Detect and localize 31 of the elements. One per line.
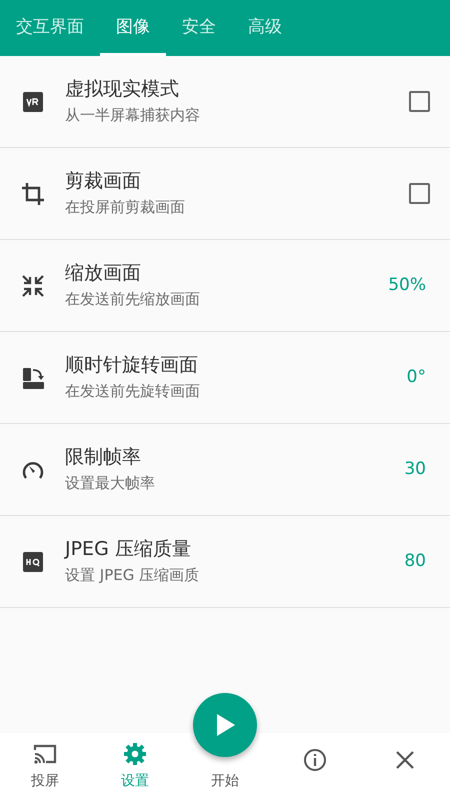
- shrink-icon: [20, 272, 46, 298]
- setting-value: 30: [404, 458, 426, 481]
- crop-icon: [20, 180, 46, 206]
- setting-title: 虚拟现实模式: [65, 76, 180, 102]
- play-button[interactable]: [193, 693, 257, 757]
- setting-subtitle: 设置最大帧率: [65, 473, 156, 494]
- setting-value: 50%: [388, 274, 426, 297]
- setting-title: 剪裁画面: [65, 168, 142, 194]
- settings-icon: [122, 741, 148, 767]
- checkbox[interactable]: [409, 91, 430, 112]
- nav-item[interactable]: 开始: [205, 764, 245, 792]
- checkbox[interactable]: [409, 183, 430, 204]
- setting-subtitle: 从一半屏幕捕获内容: [65, 105, 201, 126]
- setting-subtitle: 在发送前先旋转画面: [65, 381, 201, 402]
- setting-subtitle: 在发送前先缩放画面: [65, 289, 201, 310]
- setting-title: JPEG 压缩质量: [65, 536, 192, 562]
- play-icon: [214, 713, 236, 737]
- tab[interactable]: 高级: [232, 0, 298, 56]
- info-icon: [302, 747, 328, 773]
- nav-item[interactable]: 设置: [90, 733, 180, 800]
- nav-item[interactable]: 投屏: [0, 733, 90, 800]
- setting-subtitle: 设置 JPEG 压缩画质: [65, 565, 200, 586]
- setting-title: 顺时针旋转画面: [65, 352, 199, 378]
- setting-value: 0°: [406, 366, 426, 389]
- tab[interactable]: 图像: [100, 0, 166, 56]
- setting-subtitle: 在投屏前剪裁画面: [65, 197, 186, 218]
- setting-value: 80: [404, 550, 426, 573]
- tab[interactable]: 安全: [166, 0, 232, 56]
- tab[interactable]: 交互界面: [0, 0, 100, 56]
- setting-title: 限制帧率: [65, 444, 142, 470]
- setting-title: 缩放画面: [65, 260, 142, 286]
